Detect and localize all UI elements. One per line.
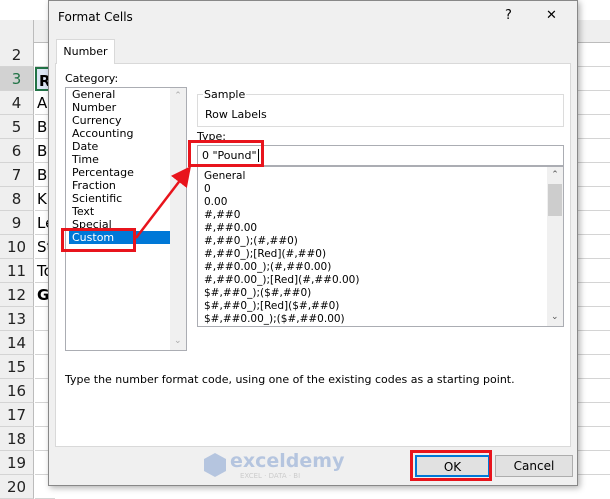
tab-number[interactable]: Number <box>56 39 115 64</box>
annotation-arrow <box>135 166 192 239</box>
